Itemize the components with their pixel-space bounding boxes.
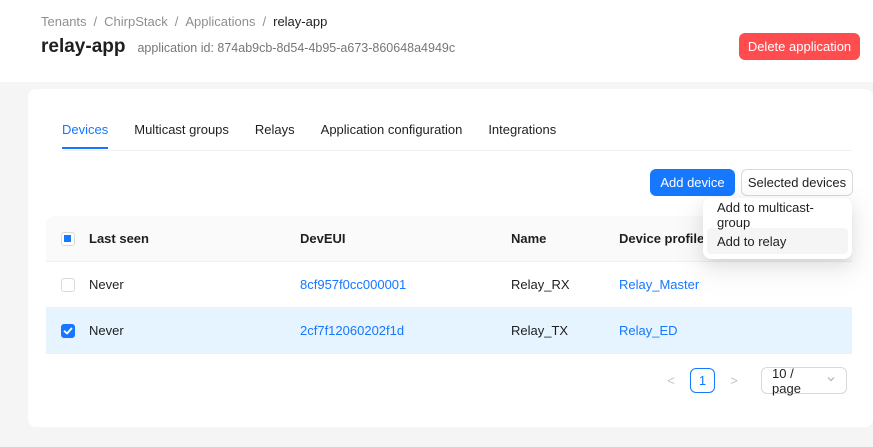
last-seen-cell: Never	[89, 277, 124, 292]
row-checkbox-cell	[46, 323, 89, 338]
page-title: relay-app	[41, 36, 126, 57]
title-row: relay-app application id: 874ab9cb-8d54-…	[41, 36, 455, 58]
breadcrumb-separator: /	[93, 14, 98, 29]
selected-devices-dropdown-menu: Add to multicast-group Add to relay	[703, 198, 852, 259]
chevron-down-icon	[826, 374, 836, 387]
device-profile-link[interactable]: Relay_ED	[619, 323, 678, 338]
row-checkbox[interactable]	[60, 277, 75, 292]
column-header-last-seen[interactable]: Last seen	[89, 231, 300, 246]
breadcrumb-applications[interactable]: Applications	[185, 14, 255, 29]
selected-devices-button[interactable]: Selected devices	[741, 169, 853, 196]
row-checkbox[interactable]	[60, 323, 75, 338]
breadcrumb: Tenants / ChirpStack / Applications / re…	[41, 14, 327, 29]
tab-application-configuration[interactable]: Application configuration	[321, 122, 463, 149]
name-cell: Relay_TX	[511, 323, 569, 338]
delete-application-button[interactable]: Delete application	[739, 33, 860, 60]
pagination-next-button[interactable]: >	[721, 368, 747, 394]
check-icon	[63, 327, 72, 334]
device-profile-cell: Relay_Master	[619, 277, 849, 292]
page-subtitle: application id: 874ab9cb-8d54-4b95-a673-…	[137, 41, 456, 55]
table-row[interactable]: Never 2cf7f12060202f1d Relay_TX Relay_ED	[46, 308, 852, 354]
select-all-cell	[46, 231, 89, 246]
deveui-link[interactable]: 2cf7f12060202f1d	[300, 323, 404, 338]
column-header-name[interactable]: Name	[511, 231, 619, 246]
select-all-checkbox[interactable]	[60, 231, 75, 246]
page-size-select[interactable]: 10 / page	[761, 365, 847, 396]
breadcrumb-chirpstack[interactable]: ChirpStack	[104, 14, 168, 29]
breadcrumb-current: relay-app	[273, 14, 328, 29]
menu-item-add-to-multicast-group[interactable]: Add to multicast-group	[707, 200, 848, 230]
column-separator	[511, 231, 512, 247]
pagination-prev-button[interactable]: <	[658, 368, 684, 394]
deveui-cell: 8cf957f0cc000001	[300, 277, 511, 292]
tab-bar: Devices Multicast groups Relays Applicat…	[62, 122, 582, 149]
device-profile-link[interactable]: Relay_Master	[619, 277, 699, 292]
column-separator	[619, 231, 620, 247]
deveui-cell: 2cf7f12060202f1d	[300, 323, 511, 338]
breadcrumb-separator: /	[174, 14, 179, 29]
page-header: Tenants / ChirpStack / Applications / re…	[0, 0, 873, 82]
pagination-page-1[interactable]: 1	[690, 368, 715, 393]
device-profile-cell: Relay_ED	[619, 323, 849, 338]
tab-devices[interactable]: Devices	[62, 122, 109, 149]
last-seen-cell: Never	[89, 323, 124, 338]
table-row[interactable]: Never 8cf957f0cc000001 Relay_RX Relay_Ma…	[46, 262, 852, 308]
column-separator	[300, 231, 301, 247]
pagination: < 1 > 10 / page	[658, 365, 847, 396]
tab-multicast-groups[interactable]: Multicast groups	[134, 122, 229, 149]
add-device-button[interactable]: Add device	[650, 169, 735, 196]
breadcrumb-tenants[interactable]: Tenants	[41, 14, 87, 29]
menu-item-add-to-relay[interactable]: Add to relay	[707, 228, 848, 254]
row-checkbox-cell	[46, 277, 89, 292]
deveui-link[interactable]: 8cf957f0cc000001	[300, 277, 406, 292]
tab-divider	[62, 150, 852, 151]
tab-relays[interactable]: Relays	[255, 122, 295, 149]
name-cell: Relay_RX	[511, 277, 570, 292]
background	[0, 82, 28, 447]
page-size-value: 10 / page	[772, 365, 801, 396]
breadcrumb-separator: /	[262, 14, 267, 29]
tab-integrations[interactable]: Integrations	[488, 122, 556, 149]
column-header-deveui[interactable]: DevEUI	[300, 231, 511, 246]
